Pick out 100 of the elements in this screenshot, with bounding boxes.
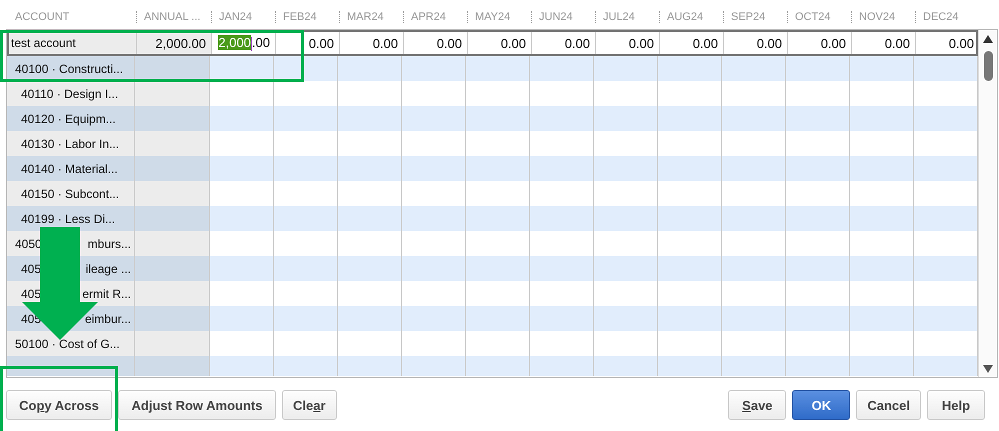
table-cell[interactable] [722, 106, 786, 131]
table-cell[interactable] [402, 306, 466, 331]
table-cell[interactable] [210, 306, 274, 331]
table-cell[interactable] [850, 156, 914, 181]
table-cell[interactable] [658, 156, 722, 181]
table-cell[interactable] [658, 56, 722, 81]
table-cell[interactable] [466, 106, 530, 131]
table-cell[interactable] [658, 306, 722, 331]
table-cell[interactable] [338, 256, 402, 281]
table-cell[interactable] [786, 156, 850, 181]
table-cell[interactable] [786, 106, 850, 131]
table-cell[interactable] [850, 56, 914, 81]
scroll-down-icon[interactable] [983, 365, 993, 373]
table-cell[interactable] [466, 256, 530, 281]
table-cell[interactable] [914, 156, 978, 181]
table-cell[interactable] [914, 206, 978, 231]
table-cell[interactable] [722, 256, 786, 281]
table-cell[interactable] [274, 106, 338, 131]
table-cell[interactable] [530, 306, 594, 331]
table-cell[interactable] [594, 56, 658, 81]
amount-value[interactable]: 0.00 [564, 36, 590, 50]
table-cell[interactable] [338, 56, 402, 81]
scroll-up-icon[interactable] [983, 35, 993, 43]
table-cell[interactable] [466, 306, 530, 331]
ok-button[interactable]: OK [792, 390, 850, 420]
table-cell[interactable] [594, 206, 658, 231]
table-cell[interactable] [722, 156, 786, 181]
table-cell[interactable] [594, 156, 658, 181]
table-cell[interactable] [850, 306, 914, 331]
amount-value[interactable]: 0.00 [500, 36, 526, 50]
table-cell[interactable] [722, 356, 786, 376]
action-button[interactable]: Help [927, 390, 985, 420]
amount-value[interactable]: 0.00 [628, 36, 654, 50]
table-cell[interactable] [786, 356, 850, 376]
table-cell[interactable] [402, 106, 466, 131]
table-cell[interactable] [914, 56, 978, 81]
table-cell[interactable] [274, 156, 338, 181]
table-cell[interactable] [274, 56, 338, 81]
amount-value[interactable]: 0.00 [820, 36, 846, 50]
table-cell[interactable] [530, 106, 594, 131]
table-cell[interactable] [786, 256, 850, 281]
table-cell[interactable] [274, 306, 338, 331]
table-cell[interactable] [530, 56, 594, 81]
table-cell[interactable] [530, 356, 594, 376]
table-cell[interactable] [274, 206, 338, 231]
table-cell[interactable] [274, 356, 338, 376]
table-cell[interactable] [338, 356, 402, 376]
table-cell[interactable] [594, 256, 658, 281]
table-cell[interactable] [722, 206, 786, 231]
table-cell[interactable] [530, 156, 594, 181]
table-cell[interactable] [658, 106, 722, 131]
table-cell[interactable] [210, 106, 274, 131]
table-cell[interactable] [274, 256, 338, 281]
action-button[interactable]: Copy Across [6, 390, 112, 420]
table-cell[interactable] [594, 106, 658, 131]
table-cell[interactable] [338, 206, 402, 231]
table-cell[interactable] [914, 106, 978, 131]
table-cell[interactable] [402, 156, 466, 181]
table-cell[interactable] [466, 356, 530, 376]
table-cell[interactable] [850, 256, 914, 281]
amount-value[interactable]: 0.00 [756, 36, 782, 50]
table-cell[interactable] [722, 56, 786, 81]
table-cell[interactable] [210, 356, 274, 376]
table-cell[interactable] [594, 356, 658, 376]
table-cell[interactable] [850, 106, 914, 131]
table-cell[interactable] [466, 156, 530, 181]
table-cell[interactable] [914, 356, 978, 376]
table-cell[interactable] [402, 56, 466, 81]
table-cell[interactable] [786, 206, 850, 231]
amount-value[interactable]: 0.00 [308, 36, 334, 50]
table-cell[interactable] [850, 356, 914, 376]
table-cell[interactable] [658, 256, 722, 281]
amount-value[interactable]: 0.00 [436, 36, 462, 50]
table-cell[interactable] [210, 156, 274, 181]
scrollbar[interactable] [978, 30, 997, 377]
amount-value[interactable]: 0.00 [884, 36, 910, 50]
table-cell[interactable] [338, 306, 402, 331]
table-cell[interactable] [338, 156, 402, 181]
action-button[interactable]: Cancel [856, 390, 921, 420]
table-cell[interactable] [402, 256, 466, 281]
table-cell[interactable] [338, 106, 402, 131]
table-cell[interactable] [402, 206, 466, 231]
action-button[interactable]: Adjust Row Amounts [118, 390, 276, 420]
table-cell[interactable] [658, 356, 722, 376]
table-cell[interactable] [722, 306, 786, 331]
amount-value[interactable]: 0.00 [372, 36, 398, 50]
scrollbar-thumb[interactable] [984, 51, 992, 81]
table-cell[interactable] [210, 206, 274, 231]
table-cell[interactable] [530, 206, 594, 231]
table-cell[interactable] [786, 56, 850, 81]
action-button[interactable]: Clear [282, 390, 337, 420]
amount-value[interactable]: 0.00 [692, 36, 718, 50]
table-cell[interactable] [530, 256, 594, 281]
amount-value[interactable]: 0.00 [948, 36, 974, 50]
table-cell[interactable] [658, 206, 722, 231]
table-cell[interactable] [594, 306, 658, 331]
table-cell[interactable] [914, 306, 978, 331]
table-cell[interactable] [850, 206, 914, 231]
table-cell[interactable] [466, 206, 530, 231]
table-cell[interactable] [786, 306, 850, 331]
